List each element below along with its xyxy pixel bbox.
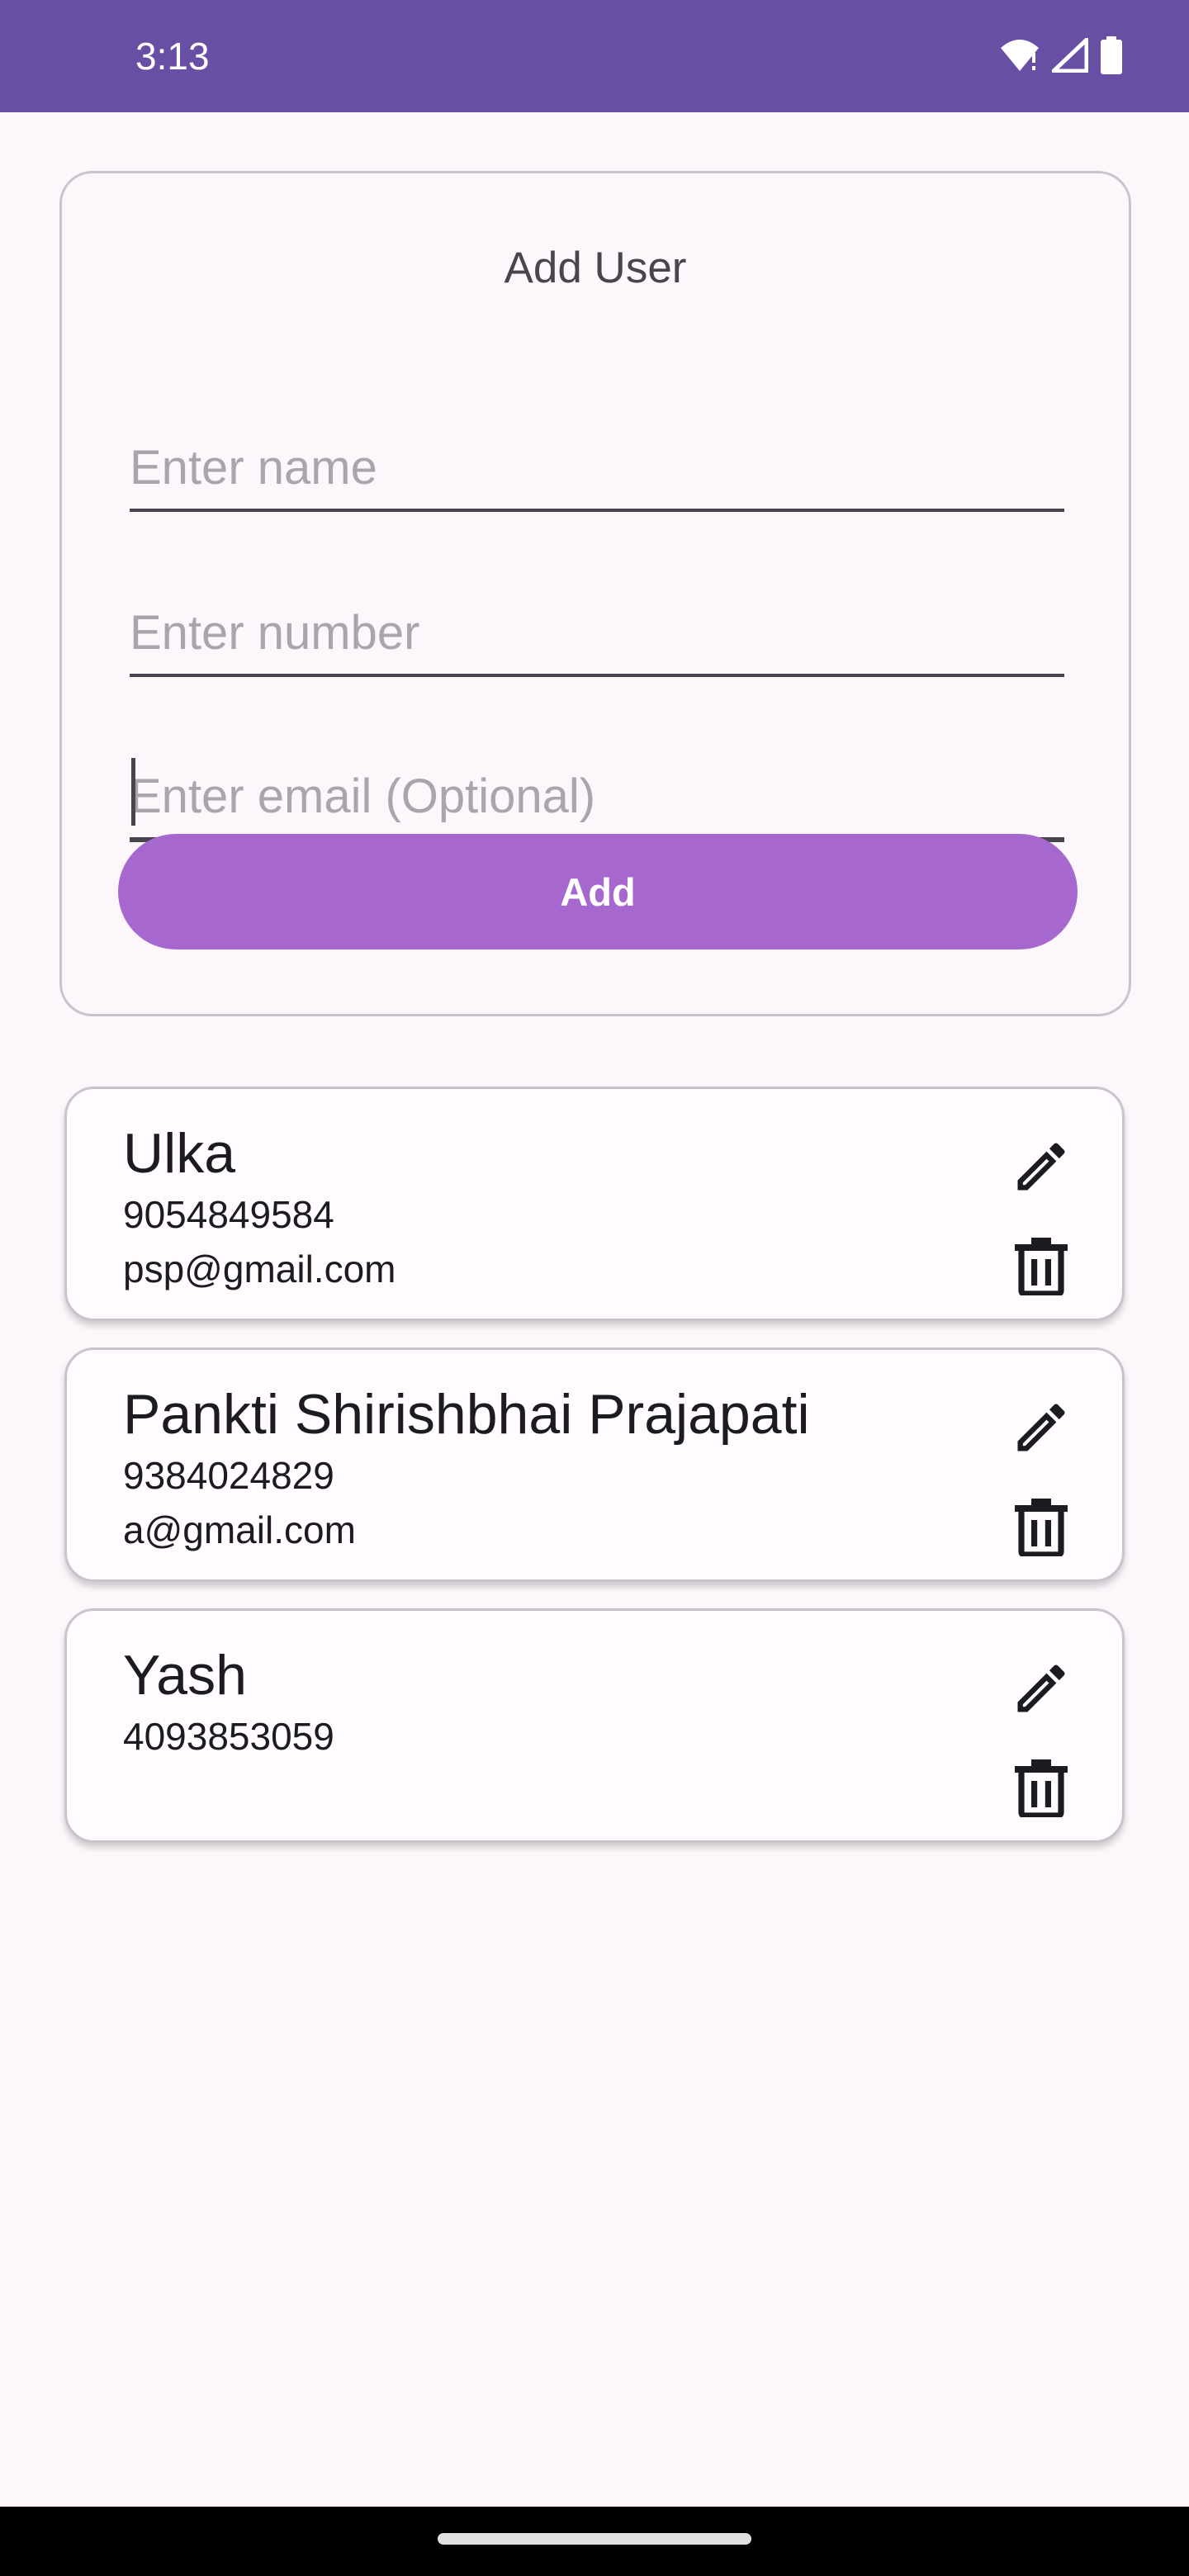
email-input[interactable]	[130, 763, 1064, 829]
status-icons	[999, 36, 1123, 78]
status-bar: 3:13	[0, 0, 1189, 112]
user-phone: 9384024829	[123, 1454, 334, 1497]
number-input[interactable]	[130, 599, 1064, 665]
user-phone: 9054849584	[123, 1193, 334, 1236]
delete-button[interactable]	[1000, 1748, 1082, 1830]
add-user-card: Add User Add	[59, 171, 1131, 1016]
battery-icon	[1100, 36, 1123, 78]
signal-icon	[1051, 37, 1089, 77]
trash-icon	[1015, 1236, 1068, 1300]
delete-button[interactable]	[1000, 1226, 1082, 1309]
pencil-icon	[1010, 1657, 1073, 1724]
home-indicator[interactable]	[438, 2533, 751, 2545]
edit-button[interactable]	[1000, 1127, 1082, 1210]
edit-button[interactable]	[1000, 1649, 1082, 1731]
delete-button[interactable]	[1000, 1487, 1082, 1570]
add-user-title: Add User	[504, 244, 687, 292]
name-field	[130, 413, 1064, 512]
trash-icon	[1015, 1497, 1068, 1560]
pencil-icon	[1010, 1396, 1073, 1463]
text-caret	[131, 758, 135, 826]
user-card: Pankti Shirishbhai Prajapati 9384024829 …	[64, 1347, 1125, 1582]
navigation-bar	[0, 2507, 1189, 2576]
user-phone: 4093853059	[123, 1715, 334, 1758]
user-card: Ulka 9054849584 psp@gmail.com	[64, 1087, 1125, 1321]
user-email: psp@gmail.com	[123, 1248, 396, 1290]
status-time: 3:13	[135, 35, 210, 78]
user-card: Yash 4093853059	[64, 1608, 1125, 1843]
wifi-icon	[999, 38, 1040, 77]
pencil-icon	[1010, 1135, 1073, 1202]
add-button[interactable]: Add	[118, 834, 1078, 949]
email-field	[130, 743, 1064, 842]
user-name: Yash	[123, 1644, 247, 1707]
name-input[interactable]	[130, 434, 1064, 500]
user-name: Ulka	[123, 1122, 236, 1185]
user-name: Pankti Shirishbhai Prajapati	[123, 1383, 810, 1446]
number-field	[130, 578, 1064, 677]
user-email: a@gmail.com	[123, 1508, 356, 1551]
edit-button[interactable]	[1000, 1388, 1082, 1470]
trash-icon	[1015, 1758, 1068, 1821]
